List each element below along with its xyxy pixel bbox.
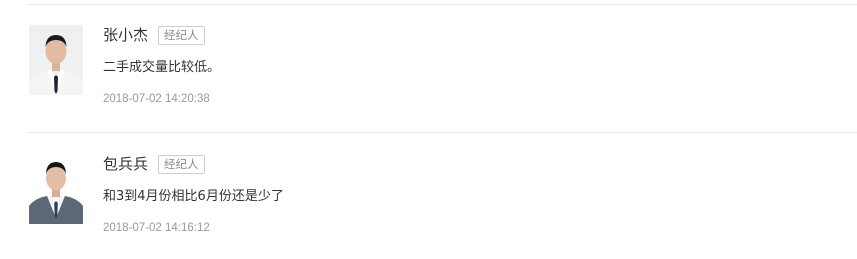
avatar-portrait-icon: [29, 154, 83, 224]
agent-badge: 经纪人: [158, 154, 205, 174]
comment-item: 张小杰 经纪人 二手成交量比较低。 2018-07-02 14:20:38: [0, 0, 857, 120]
comment-list: 张小杰 经纪人 二手成交量比较低。 2018-07-02 14:20:38 包兵…: [0, 0, 857, 259]
author-row: 包兵兵 经纪人: [103, 153, 205, 175]
avatar[interactable]: [29, 154, 83, 224]
author-name[interactable]: 包兵兵: [103, 153, 148, 175]
author-row: 张小杰 经纪人: [103, 24, 205, 46]
agent-badge: 经纪人: [158, 25, 205, 45]
comment-timestamp: 2018-07-02 14:16:12: [103, 222, 210, 234]
comment-item: 包兵兵 经纪人 和3到4月份相比6月份还是少了 2018-07-02 14:16…: [0, 129, 857, 249]
avatar[interactable]: [29, 25, 83, 95]
comment-timestamp: 2018-07-02 14:20:38: [103, 93, 210, 105]
comment-text: 和3到4月份相比6月份还是少了: [103, 189, 284, 204]
avatar-portrait-icon: [29, 25, 83, 95]
author-name[interactable]: 张小杰: [103, 24, 148, 46]
comment-text: 二手成交量比较低。: [103, 60, 221, 75]
